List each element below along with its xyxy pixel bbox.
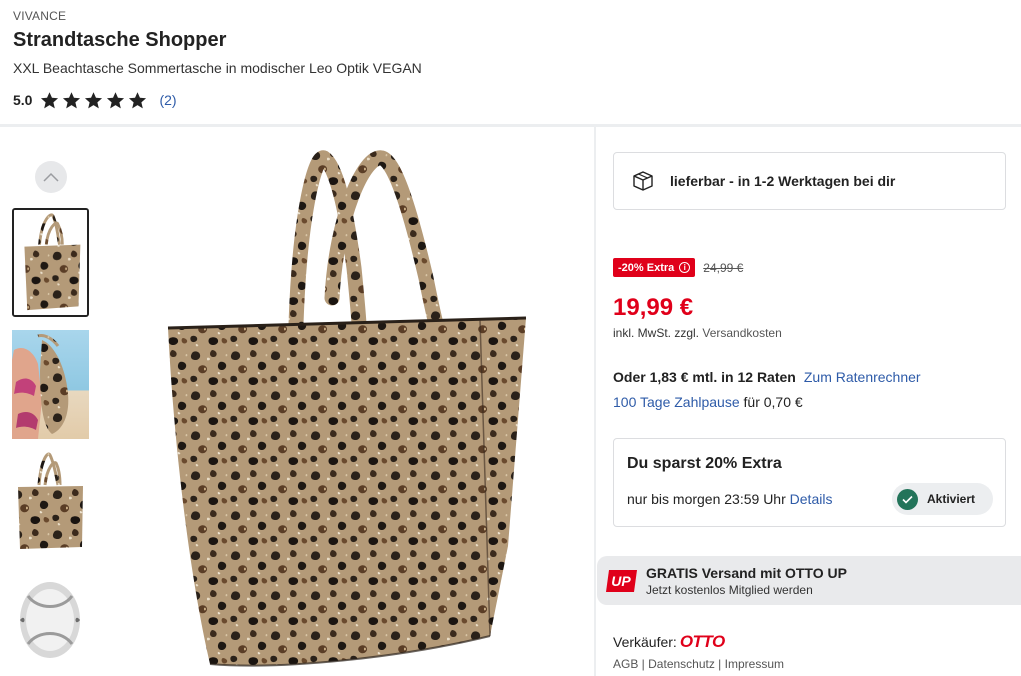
gallery-up-button[interactable] [35,161,67,193]
installment-row: Oder 1,83 € mtl. in 12 Raten Zum Ratenre… [613,369,921,385]
thumbnail-bag-interior[interactable] [12,566,89,675]
activated-toggle-button[interactable]: Aktiviert [892,483,993,515]
star-icon [107,91,125,108]
savings-deadline: nur bis morgen 23:59 Uhr [627,491,786,507]
installment-text: Oder 1,83 € mtl. in 12 Raten [613,369,796,385]
seller-label: Verkäufer: [613,634,677,650]
delivery-status-text: lieferbar - in 1-2 Werktagen bei dir [670,173,896,189]
leopard-bag-thumb-image-2 [12,447,89,556]
otto-up-text: GRATIS Versand mit OTTO UP Jetzt kostenl… [646,565,847,597]
brand-name[interactable]: VIVANCE [13,9,66,23]
rating-score: 5.0 [13,92,33,108]
savings-details-link[interactable]: Details [790,491,833,507]
product-title: Strandtasche Shopper [13,29,227,51]
column-divider [594,127,596,676]
beach-model-thumb-image [12,330,89,439]
seller-row: Verkäufer: OTTO [613,632,725,652]
activated-label: Aktiviert [927,492,976,506]
otto-up-logo: UP [606,569,637,592]
legal-links: AGB | Datenschutz | Impressum [613,657,784,671]
tax-note-prefix: inkl. MwSt. zzgl. [613,326,700,340]
savings-deadline-row: nur bis morgen 23:59 Uhr Details [627,491,832,507]
main-product-image[interactable] [150,148,550,676]
otto-up-banner[interactable]: UP GRATIS Versand mit OTTO UP Jetzt kost… [597,556,1021,605]
chevron-up-icon [43,172,59,182]
shipping-costs-link[interactable]: Versandkosten [702,326,781,340]
tax-note: inkl. MwSt. zzgl. Versandkosten [613,326,782,340]
rating-count-link[interactable]: (2) [159,92,176,108]
agb-link[interactable]: AGB [613,657,638,671]
star-icon [41,91,59,108]
discount-row: -20% Extra i 24,99 € [613,258,743,277]
legal-separator: | [714,657,725,671]
otto-up-subline: Jetzt kostenlos Mitglied werden [646,582,813,597]
delivery-info-box: lieferbar - in 1-2 Werktagen bei dir [613,152,1006,210]
otto-up-headline: GRATIS Versand mit OTTO UP [646,564,847,581]
star-icon [85,91,103,108]
rating-row: 5.0 (2) [13,90,177,110]
old-price: 24,99 € [703,260,744,275]
box-icon [633,171,653,191]
info-icon: i [679,262,691,273]
otto-up-logo-text: UP [611,573,631,589]
discount-badge[interactable]: -20% Extra i [613,258,696,277]
savings-box: Du sparst 20% Extra nur bis morgen 23:59… [613,438,1006,527]
product-subtitle: XXL Beachtasche Sommertasche in modische… [13,60,422,76]
paypause-suffix: für 0,70 € [743,394,803,410]
thumbnail-leopard-tote-2[interactable] [12,447,89,556]
bag-interior-thumb-image [12,566,89,675]
star-icon [63,91,81,108]
otto-seller-logo[interactable]: OTTO [680,632,725,652]
privacy-link[interactable]: Datenschutz [648,657,715,671]
installment-calculator-link[interactable]: Zum Ratenrechner [804,369,921,385]
rating-stars [40,91,147,110]
imprint-link[interactable]: Impressum [725,657,784,671]
thumbnail-beach-model[interactable] [12,330,89,439]
leopard-tote-bag-image [150,148,550,676]
header-divider [0,124,1021,127]
savings-title: Du sparst 20% Extra [627,455,782,472]
leopard-bag-thumb-image [14,210,87,315]
legal-separator: | [638,657,649,671]
paypause-link[interactable]: 100 Tage Zahlpause [613,394,740,410]
star-icon [129,91,147,108]
current-price: 19,99 € [613,294,694,321]
checkmark-icon [897,488,918,510]
thumbnail-leopard-tote[interactable] [12,208,89,317]
discount-badge-label: -20% Extra [618,261,675,274]
paypause-row: 100 Tage Zahlpause für 0,70 € [613,394,803,410]
